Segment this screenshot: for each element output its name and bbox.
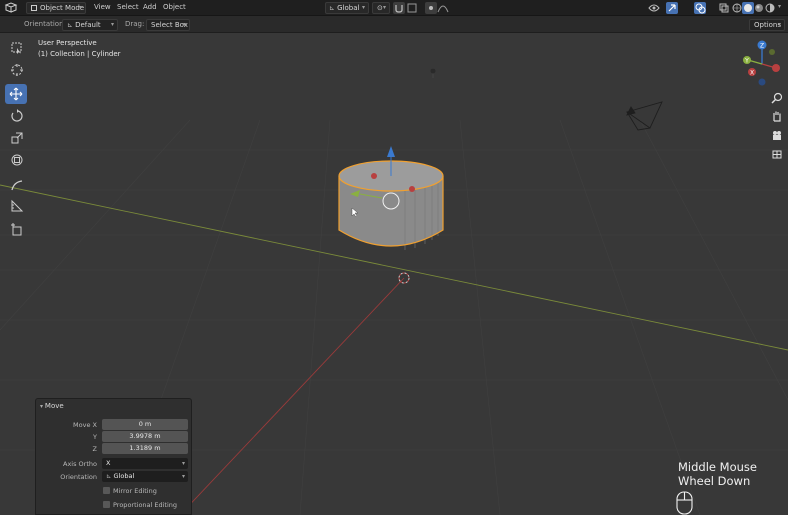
light-object[interactable] (430, 68, 436, 78)
falloff-icon[interactable] (437, 2, 449, 14)
panel-orientation-value: Global (113, 472, 135, 480)
measure-tool[interactable] (6, 196, 28, 216)
axis-ortho-label: Axis Ortho (63, 460, 97, 468)
move-x-label: Move X (73, 421, 97, 429)
adjust-last-operation-panel: ▾ Move Move X 0 m Y 3.9978 m Z 1.3189 m … (35, 398, 192, 515)
scale-tool[interactable] (6, 128, 28, 148)
rotate-tool[interactable] (6, 106, 28, 126)
transform-space-label: Global (337, 4, 360, 12)
proportional-editing-label: Proportional Editing (113, 501, 178, 509)
tool-options-bar: Orientation: ⊾ Default Drag: Select Box … (0, 16, 788, 33)
select-box-tool[interactable] (6, 38, 28, 58)
camera-view-button[interactable] (768, 126, 786, 144)
perspective-label: User Perspective (38, 39, 97, 47)
move-y-label: Y (93, 433, 97, 441)
gizmo-x-label: X (750, 70, 754, 77)
axis-ortho-dropdown[interactable]: X (102, 458, 188, 469)
hand-icon (773, 111, 781, 122)
menu-add[interactable]: Add (143, 3, 157, 11)
xray-toggle-icon[interactable] (718, 2, 730, 14)
mode-dropdown[interactable]: Object Mode (26, 2, 86, 14)
pan-button[interactable] (768, 107, 786, 125)
move-x-field[interactable]: 0 m (102, 419, 188, 430)
drag-value: Select Box (151, 21, 188, 29)
options-dropdown[interactable]: Options (749, 19, 785, 31)
move-tool[interactable] (5, 84, 27, 104)
move-z-label: Z (92, 445, 97, 453)
menu-select[interactable]: Select (117, 3, 139, 11)
move-z-field[interactable]: 1.3189 m (102, 443, 188, 454)
transform-orientation-dropdown[interactable]: ⊾ Global (325, 2, 369, 14)
grid-icon (772, 150, 782, 159)
orientation-axes-icon: ⊾ (106, 472, 114, 480)
drag-label: Drag: (125, 20, 145, 28)
orientation-dropdown[interactable]: ⊾ Default (62, 19, 118, 31)
transform-tool[interactable] (6, 150, 28, 170)
object-mode-icon (31, 5, 37, 11)
snap-target-icon[interactable] (406, 2, 418, 14)
mode-label: Object Mode (40, 4, 85, 12)
orientation-value: Default (75, 21, 101, 29)
x-axis-line (179, 277, 405, 515)
options-label: Options (754, 21, 782, 29)
camera-icon (773, 131, 781, 140)
panel-title: Move (44, 402, 64, 410)
mouse-icon (676, 491, 693, 515)
mouse-hint-line2: Wheel Down (678, 474, 751, 488)
cursor-tool[interactable] (6, 60, 28, 80)
shading-rendered-icon[interactable] (764, 2, 776, 14)
perspective-toggle-button[interactable] (768, 145, 786, 163)
camera-object[interactable] (625, 101, 663, 131)
proportional-edit-icon[interactable] (425, 2, 437, 14)
gizmo-z-label: Z (760, 43, 764, 50)
orientation-axes-icon: ⊾ (67, 21, 76, 29)
panel-orientation-dropdown[interactable]: ⊾ Global (102, 471, 188, 482)
visibility-icon[interactable] (648, 2, 660, 14)
global-axes-icon: ⊾ (329, 4, 338, 12)
mirror-editing-label: Mirror Editing (113, 487, 157, 495)
shading-options-icon[interactable]: ▾ (776, 2, 786, 14)
move-y-field[interactable]: 3.9978 m (102, 431, 188, 442)
proportional-editing-checkbox[interactable] (103, 501, 110, 508)
drag-dropdown[interactable]: Select Box (146, 19, 190, 31)
gizmo-toggle-icon[interactable] (666, 2, 678, 14)
menu-view[interactable]: View (94, 3, 111, 11)
orientation-label: Orientation: (24, 20, 66, 28)
pivot-icon: ⊙ (377, 4, 383, 12)
collection-label: (1) Collection | Cylinder (38, 50, 121, 58)
editor-type-icon[interactable] (4, 2, 18, 14)
menu-object[interactable]: Object (163, 3, 186, 11)
gizmo-y-label: Y (744, 58, 749, 65)
axis-ortho-value: X (106, 459, 111, 467)
gizmo-x-positive[interactable] (772, 64, 780, 72)
panel-orientation-label: Orientation (60, 473, 97, 481)
overlay-toggle-icon[interactable] (694, 2, 706, 14)
chevron-down-icon: ▾ (778, 3, 782, 10)
zoom-icon (771, 92, 783, 104)
snap-toggle-icon[interactable] (393, 2, 405, 14)
mirror-editing-checkbox[interactable] (103, 487, 110, 494)
mouse-hint-line1: Middle Mouse (678, 460, 757, 474)
annotate-tool[interactable] (6, 175, 28, 195)
add-cube-tool[interactable] (6, 220, 28, 240)
gizmo-z-negative[interactable] (758, 78, 766, 86)
navigation-gizmo[interactable]: Z X Y (742, 40, 782, 86)
viewport-header: Object Mode View Select Add Object ⊾ Glo… (0, 0, 788, 16)
zoom-button[interactable] (768, 89, 786, 107)
pivot-point-dropdown[interactable]: ⊙ (372, 2, 390, 14)
gizmo-y-negative[interactable] (769, 49, 775, 55)
panel-header[interactable]: ▾ Move (40, 402, 64, 410)
